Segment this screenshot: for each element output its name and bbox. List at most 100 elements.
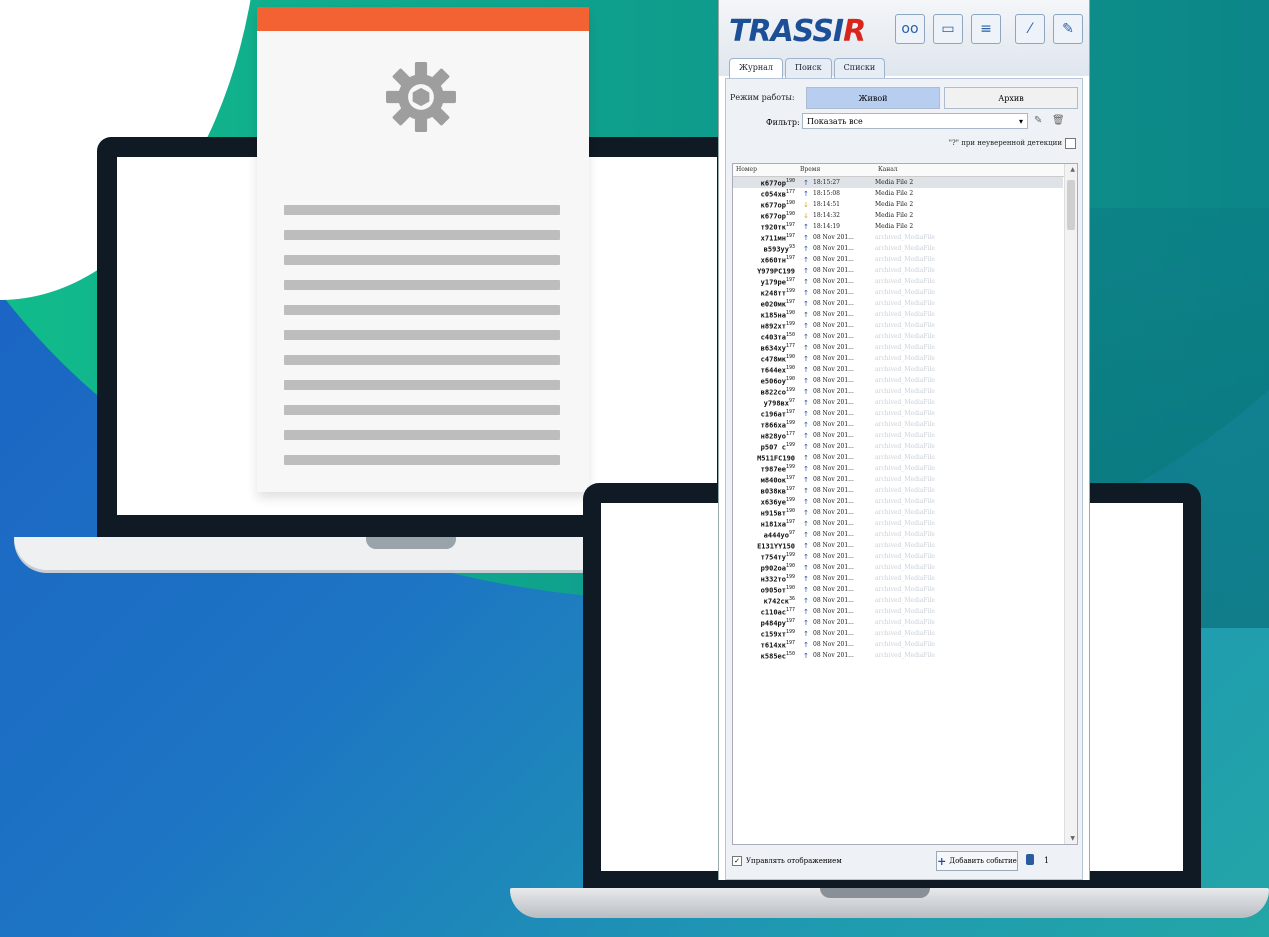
tab-bar: Журнал Поиск Списки: [729, 58, 886, 78]
table-row[interactable]: т754ту199 ↑ 08 Nov 201... archived_MediaFil…: [733, 551, 1063, 562]
table-row[interactable]: к677ор190 ↓ 18:14:32 Media File 2: [733, 210, 1063, 221]
event-channel: archived_MediaFile: [875, 487, 935, 494]
event-channel: archived_MediaFile: [875, 564, 935, 571]
event-channel: archived_MediaFile: [875, 432, 935, 439]
table-row[interactable]: к585ес150 ↑ 08 Nov 201... archived_MediaFil…: [733, 650, 1063, 661]
uncertain-detection-checkbox[interactable]: [1065, 138, 1076, 149]
table-row[interactable]: с196ат197 ↑ 08 Nov 201... archived_MediaFil…: [733, 408, 1063, 419]
event-channel: archived_MediaFile: [875, 234, 935, 241]
event-channel: archived_MediaFile: [875, 300, 935, 307]
scrollbar[interactable]: ▲ ▼: [1064, 164, 1077, 844]
table-row[interactable]: т644ех190 ↑ 08 Nov 201... archived_MediaFil…: [733, 364, 1063, 375]
table-row[interactable]: н892хт199 ↑ 08 Nov 201... archived_MediaFil…: [733, 320, 1063, 331]
table-row[interactable]: т987ее199 ↑ 08 Nov 201... archived_MediaFil…: [733, 463, 1063, 474]
event-time: 08 Nov 201...: [813, 377, 854, 384]
arrow-up-icon: ↑: [803, 332, 809, 341]
trassir-logo: TRASSIR: [729, 14, 866, 49]
table-row[interactable]: р484ру197 ↑ 08 Nov 201... archived_MediaFil…: [733, 617, 1063, 628]
table-row[interactable]: к677ор190 ↑ 18:15:27 Media File 2: [733, 177, 1063, 188]
monitor-icon[interactable]: ▭: [933, 14, 963, 44]
add-event-button[interactable]: + Добавить событие: [936, 851, 1018, 871]
filter-select[interactable]: Показать все ▾: [802, 113, 1028, 129]
archive-mode-button[interactable]: Архив: [944, 87, 1078, 109]
arrow-up-icon: ↑: [803, 178, 809, 187]
live-mode-button[interactable]: Живой: [806, 87, 940, 109]
trash-icon[interactable]: 🗑: [1052, 115, 1065, 126]
gear-icon: [386, 62, 456, 132]
column-channel[interactable]: Канал: [875, 164, 1061, 176]
event-time: 08 Nov 201...: [813, 520, 854, 527]
uncertain-detection-label: "?" при неуверенной детекции: [948, 139, 1062, 147]
table-row[interactable]: р507 с199 ↑ 08 Nov 201... archived_MediaFil…: [733, 441, 1063, 452]
table-row[interactable]: х636уе199 ↑ 08 Nov 201... archived_MediaFil…: [733, 496, 1063, 507]
table-row[interactable]: в822со199 ↑ 08 Nov 201... archived_MediaFil…: [733, 386, 1063, 397]
tab-journal[interactable]: Журнал: [729, 58, 783, 78]
table-row[interactable]: м840ок197 ↑ 08 Nov 201... archived_MediaFil…: [733, 474, 1063, 485]
table-row[interactable]: х660тн197 ↑ 08 Nov 201... archived_MediaFil…: [733, 254, 1063, 265]
table-row[interactable]: а444уо97 ↑ 08 Nov 201... archived_MediaFile: [733, 529, 1063, 540]
event-channel: archived_MediaFile: [875, 245, 935, 252]
table-row[interactable]: н915вт190 ↑ 08 Nov 201... archived_MediaFil…: [733, 507, 1063, 518]
table-row[interactable]: Y979PC199 ↑ 08 Nov 201... archived_MediaFil…: [733, 265, 1063, 276]
layout-icon[interactable]: ≡: [971, 14, 1001, 44]
checkbox-checked-icon[interactable]: ✓: [732, 856, 742, 866]
table-row[interactable]: о905от190 ↑ 08 Nov 201... archived_MediaFil…: [733, 584, 1063, 595]
back-laptop-notch: [366, 537, 456, 549]
arrow-up-icon: ↑: [803, 343, 809, 352]
event-channel: archived_MediaFile: [875, 476, 935, 483]
manage-display-toggle[interactable]: ✓ Управлять отображением: [732, 856, 842, 866]
arrow-up-icon: ↑: [803, 552, 809, 561]
table-row[interactable]: в593уу93 ↑ 08 Nov 201... archived_MediaFile: [733, 243, 1063, 254]
event-channel: archived_MediaFile: [875, 630, 935, 637]
scroll-down-icon[interactable]: ▼: [1070, 835, 1075, 842]
scroll-up-icon[interactable]: ▲: [1070, 166, 1075, 173]
edit-icon[interactable]: ✎: [1053, 14, 1083, 44]
table-row[interactable]: е506оу190 ↑ 08 Nov 201... archived_MediaFil…: [733, 375, 1063, 386]
table-row[interactable]: к742ск36 ↑ 08 Nov 201... archived_MediaFile: [733, 595, 1063, 606]
event-time: 08 Nov 201...: [813, 443, 854, 450]
tab-lists[interactable]: Списки: [833, 58, 886, 78]
event-time: 08 Nov 201...: [813, 399, 854, 406]
scroll-thumb[interactable]: [1067, 180, 1075, 230]
table-row[interactable]: у798вх97 ↑ 08 Nov 201... archived_MediaFile: [733, 397, 1063, 408]
event-channel: archived_MediaFile: [875, 597, 935, 604]
table-row[interactable]: к248тт199 ↑ 08 Nov 201... archived_MediaFil…: [733, 287, 1063, 298]
wand-icon[interactable]: ⁄: [1015, 14, 1045, 44]
column-number[interactable]: Номер: [733, 164, 797, 176]
table-row[interactable]: х711мн197 ↑ 08 Nov 201... archived_MediaFil…: [733, 232, 1063, 243]
arrow-up-icon: ↑: [803, 376, 809, 385]
table-row[interactable]: E131YY150 ↑ 08 Nov 201... archived_MediaFil…: [733, 540, 1063, 551]
plate-number: р507 с199: [760, 441, 795, 452]
table-row[interactable]: с054хв177 ↑ 18:15:08 Media File 2: [733, 188, 1063, 199]
plate-number: р484ру197: [760, 617, 795, 628]
table-row[interactable]: к185на190 ↑ 08 Nov 201... archived_MediaFil…: [733, 309, 1063, 320]
table-row[interactable]: с403та150 ↑ 08 Nov 201... archived_MediaFil…: [733, 331, 1063, 342]
column-time[interactable]: Время: [797, 164, 875, 176]
table-row[interactable]: н181ха197 ↑ 08 Nov 201... archived_MediaFil…: [733, 518, 1063, 529]
table-row[interactable]: у179ре197 ↑ 08 Nov 201... archived_MediaFil…: [733, 276, 1063, 287]
table-row[interactable]: е020мк197 ↑ 08 Nov 201... archived_MediaFil…: [733, 298, 1063, 309]
table-row[interactable]: M511FC190 ↑ 08 Nov 201... archived_MediaFil…: [733, 452, 1063, 463]
table-row[interactable]: в634ху177 ↑ 08 Nov 201... archived_MediaFil…: [733, 342, 1063, 353]
table-row[interactable]: т614хк197 ↑ 08 Nov 201... archived_MediaFil…: [733, 639, 1063, 650]
glasses-icon[interactable]: oo: [895, 14, 925, 44]
event-time: 08 Nov 201...: [813, 509, 854, 516]
table-row[interactable]: в038кв197 ↑ 08 Nov 201... archived_MediaFil…: [733, 485, 1063, 496]
table-row[interactable]: н828уо177 ↑ 08 Nov 201... archived_MediaFil…: [733, 430, 1063, 441]
table-row[interactable]: н332то199 ↑ 08 Nov 201... archived_MediaFil…: [733, 573, 1063, 584]
plate-number: т866ха199: [760, 419, 795, 430]
table-row[interactable]: т920тк197 ↑ 18:14:19 Media File 2: [733, 221, 1063, 232]
table-row[interactable]: т866ха199 ↑ 08 Nov 201... archived_MediaFil…: [733, 419, 1063, 430]
event-count: 1: [1044, 856, 1050, 865]
event-channel: Media File 2: [875, 190, 914, 197]
table-row[interactable]: к677ор190 ↓ 18:14:51 Media File 2: [733, 199, 1063, 210]
event-time: 08 Nov 201...: [813, 289, 854, 296]
tab-search[interactable]: Поиск: [785, 58, 832, 78]
table-row[interactable]: р902оа190 ↑ 08 Nov 201... archived_MediaFil…: [733, 562, 1063, 573]
table-row[interactable]: с159хт199 ↑ 08 Nov 201... archived_MediaFil…: [733, 628, 1063, 639]
pencil-icon[interactable]: ✎: [1034, 115, 1042, 126]
arrow-up-icon: ↑: [803, 310, 809, 319]
table-row[interactable]: с478мк190 ↑ 08 Nov 201... archived_MediaFil…: [733, 353, 1063, 364]
mode-label: Режим работы:: [730, 93, 795, 102]
table-row[interactable]: с110ас177 ↑ 08 Nov 201... archived_MediaFil…: [733, 606, 1063, 617]
